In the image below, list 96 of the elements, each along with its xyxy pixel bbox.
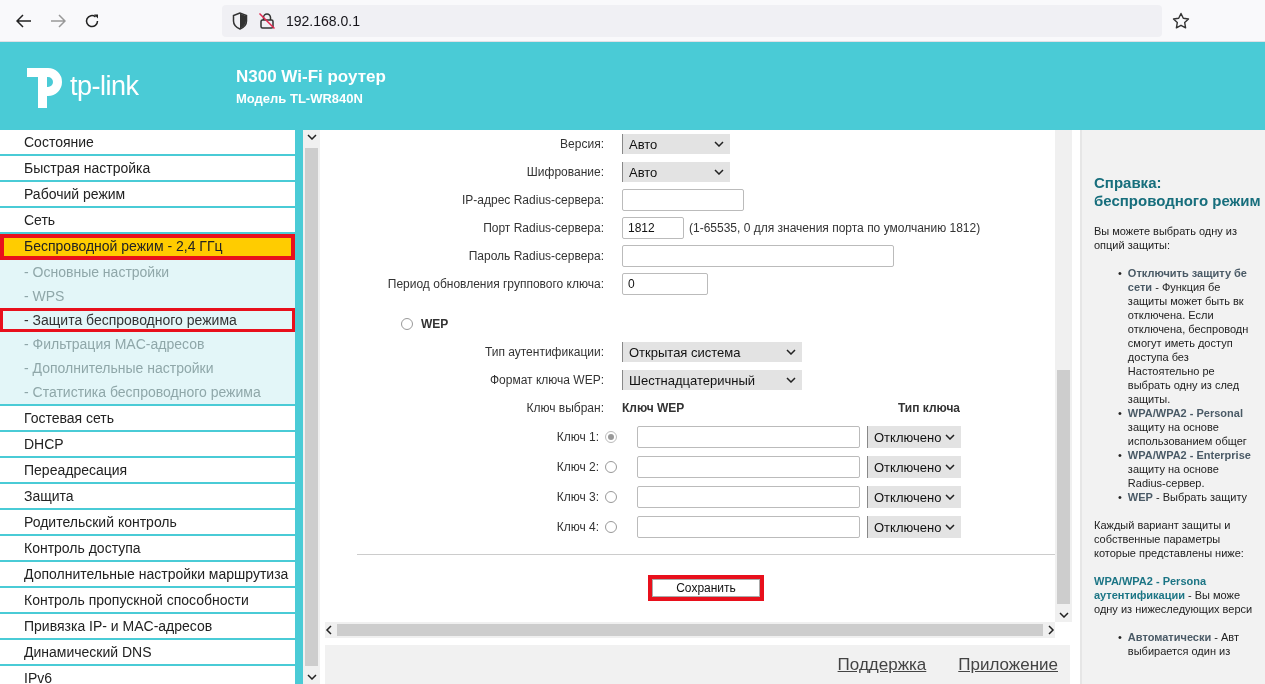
save-button[interactable]: Сохранить xyxy=(648,575,764,601)
nav-item[interactable]: Рабочий режим xyxy=(0,182,295,208)
caret-icon xyxy=(714,141,724,147)
column-header: Ключ WEP xyxy=(622,401,686,415)
scrollbar[interactable] xyxy=(1055,130,1072,622)
help-title: Справка: беспроводного режим xyxy=(1094,174,1262,210)
nav-item[interactable]: DHCP xyxy=(0,432,295,458)
field-label: Порт Radius-сервера: xyxy=(482,221,605,235)
radio-button[interactable] xyxy=(605,491,617,503)
scrollbar[interactable] xyxy=(325,622,1055,638)
nav-item[interactable]: Быстрая настройка xyxy=(0,156,295,182)
caret-icon xyxy=(945,494,955,500)
field-label: Версия: xyxy=(559,137,605,151)
nav-subitem[interactable]: - Защита беспроводного режима xyxy=(0,308,295,332)
field-label: IP-адрес Radius-сервера: xyxy=(461,193,605,207)
dropdown[interactable]: Открытая система xyxy=(622,342,802,362)
nav-item[interactable]: Родительский контроль xyxy=(0,510,295,536)
scroll-down-icon xyxy=(1058,612,1069,618)
forward-icon[interactable] xyxy=(50,13,66,28)
caret-icon xyxy=(786,349,796,355)
nav-item[interactable]: Динамический DNS xyxy=(0,640,295,666)
dropdown[interactable]: Отключено xyxy=(867,456,961,478)
nav-item[interactable]: IPv6 xyxy=(0,666,295,684)
column-header: Тип ключа xyxy=(898,401,961,415)
scroll-left-icon[interactable] xyxy=(325,625,333,635)
help-paragraph: Вы можете выбрать одну из опций защиты: xyxy=(1094,224,1239,252)
nav-item[interactable]: Переадресация xyxy=(0,458,295,484)
nav-item[interactable]: Защита xyxy=(0,484,295,510)
caret-icon xyxy=(945,434,955,440)
product-title: N300 Wi-Fi роутер xyxy=(236,66,386,87)
help-list-item: WEP - Выбрать защиту xyxy=(1127,490,1248,504)
input-field[interactable] xyxy=(622,245,894,267)
radio-button[interactable] xyxy=(605,461,617,473)
reload-icon[interactable] xyxy=(84,12,100,29)
field-label: Ключ 2: xyxy=(555,460,600,474)
caret-icon xyxy=(945,524,955,530)
field-label: Ключ 3: xyxy=(555,490,600,504)
field-label: Шифрование: xyxy=(525,165,605,179)
insecure-lock-icon[interactable] xyxy=(258,11,276,30)
dropdown[interactable]: Авто xyxy=(622,134,730,154)
nav-item[interactable]: Гостевая сеть xyxy=(0,406,295,432)
shield-icon[interactable] xyxy=(232,11,248,30)
dropdown[interactable]: Авто xyxy=(622,162,730,182)
dropdown[interactable]: Отключено xyxy=(867,486,961,508)
radio-label: WEP xyxy=(421,317,449,331)
bullet-mark: • xyxy=(1118,490,1122,504)
footer-link[interactable]: Приложение xyxy=(958,654,1058,675)
bullet-mark: • xyxy=(1118,630,1122,645)
nav-item[interactable]: Дополнительные настройки маршрутиза xyxy=(0,562,295,588)
bullet-mark: • xyxy=(1118,448,1122,463)
help-list-item: Автоматически - Авт выбирается один из xyxy=(1127,630,1239,658)
address-bar[interactable]: 192.168.0.1 xyxy=(222,4,1162,37)
field-label: Ключ 1: xyxy=(555,430,600,444)
nav-item[interactable]: Привязка IP- и MAC-адресов xyxy=(0,614,295,640)
radio-button[interactable] xyxy=(401,318,413,330)
help-paragraph: WPA/WPA2 - Persona аутентификации - Вы може одну из нижеследующих верси xyxy=(1094,574,1254,616)
help-list-item: WPA/WPA2 - Personal защиту на основе использованием общег xyxy=(1127,406,1247,448)
logo-text: tp-link xyxy=(70,70,139,102)
input-field[interactable] xyxy=(637,516,860,538)
help-list-item: WPA/WPA2 - Enterprise защиту на основе Radius-сервер. xyxy=(1127,448,1251,490)
bullet-mark: • xyxy=(1118,406,1122,421)
caret-icon xyxy=(714,169,724,175)
field-label: Тип аутентификации: xyxy=(483,345,605,359)
nav-item[interactable]: Состояние xyxy=(0,130,295,156)
nav-item[interactable]: Беспроводной режим - 2,4 ГГц xyxy=(0,234,295,260)
caret-icon xyxy=(786,377,796,383)
input-field[interactable] xyxy=(637,486,860,508)
help-list-item: Отключить защиту бе сети - Функция бе защиты может быть вк отключена. Если отключена, беспроводн смогут иметь доступ доступа без Настоятельно ре выбрать одну из след защиты. xyxy=(1127,266,1249,406)
back-icon[interactable] xyxy=(16,13,32,28)
input-field[interactable] xyxy=(622,189,744,211)
help-paragraph: Каждый вариант защиты и собственные параметры которые представлены ниже: xyxy=(1094,518,1245,560)
input-field[interactable] xyxy=(637,426,860,448)
input-field[interactable] xyxy=(637,456,860,478)
field-label: Ключ 4: xyxy=(555,520,600,534)
star-icon[interactable] xyxy=(1172,11,1190,30)
hint-text: (1-65535, 0 для значения порта по умолчанию 1812) xyxy=(689,221,981,235)
bullet-mark: • xyxy=(1118,266,1122,281)
input-field[interactable]: 1812 xyxy=(622,217,684,239)
footer-link[interactable]: Поддержка xyxy=(837,654,927,675)
nav-item[interactable]: Контроль доступа xyxy=(0,536,295,562)
field-label: Период обновления группового ключа: xyxy=(386,277,605,291)
input-field[interactable]: 0 xyxy=(622,273,708,295)
scroll-up-icon xyxy=(306,134,317,140)
radio-button[interactable] xyxy=(605,521,617,533)
scrollbar[interactable] xyxy=(303,130,320,684)
field-label: Формат ключа WEP: xyxy=(489,373,605,387)
model-name: Модель TL-WR840N xyxy=(236,90,364,106)
dropdown[interactable]: Шестнадцатеричный xyxy=(622,370,802,390)
field-label: Ключ выбран: xyxy=(525,401,605,415)
url-text: 192.168.0.1 xyxy=(286,12,360,29)
caret-icon xyxy=(945,464,955,470)
scroll-right-icon[interactable] xyxy=(1047,625,1055,635)
field-label: Пароль Radius-сервера: xyxy=(467,249,605,263)
scroll-down-icon xyxy=(306,674,317,680)
nav-item[interactable]: Контроль пропускной способности xyxy=(0,588,295,614)
dropdown[interactable]: Отключено xyxy=(867,516,961,538)
